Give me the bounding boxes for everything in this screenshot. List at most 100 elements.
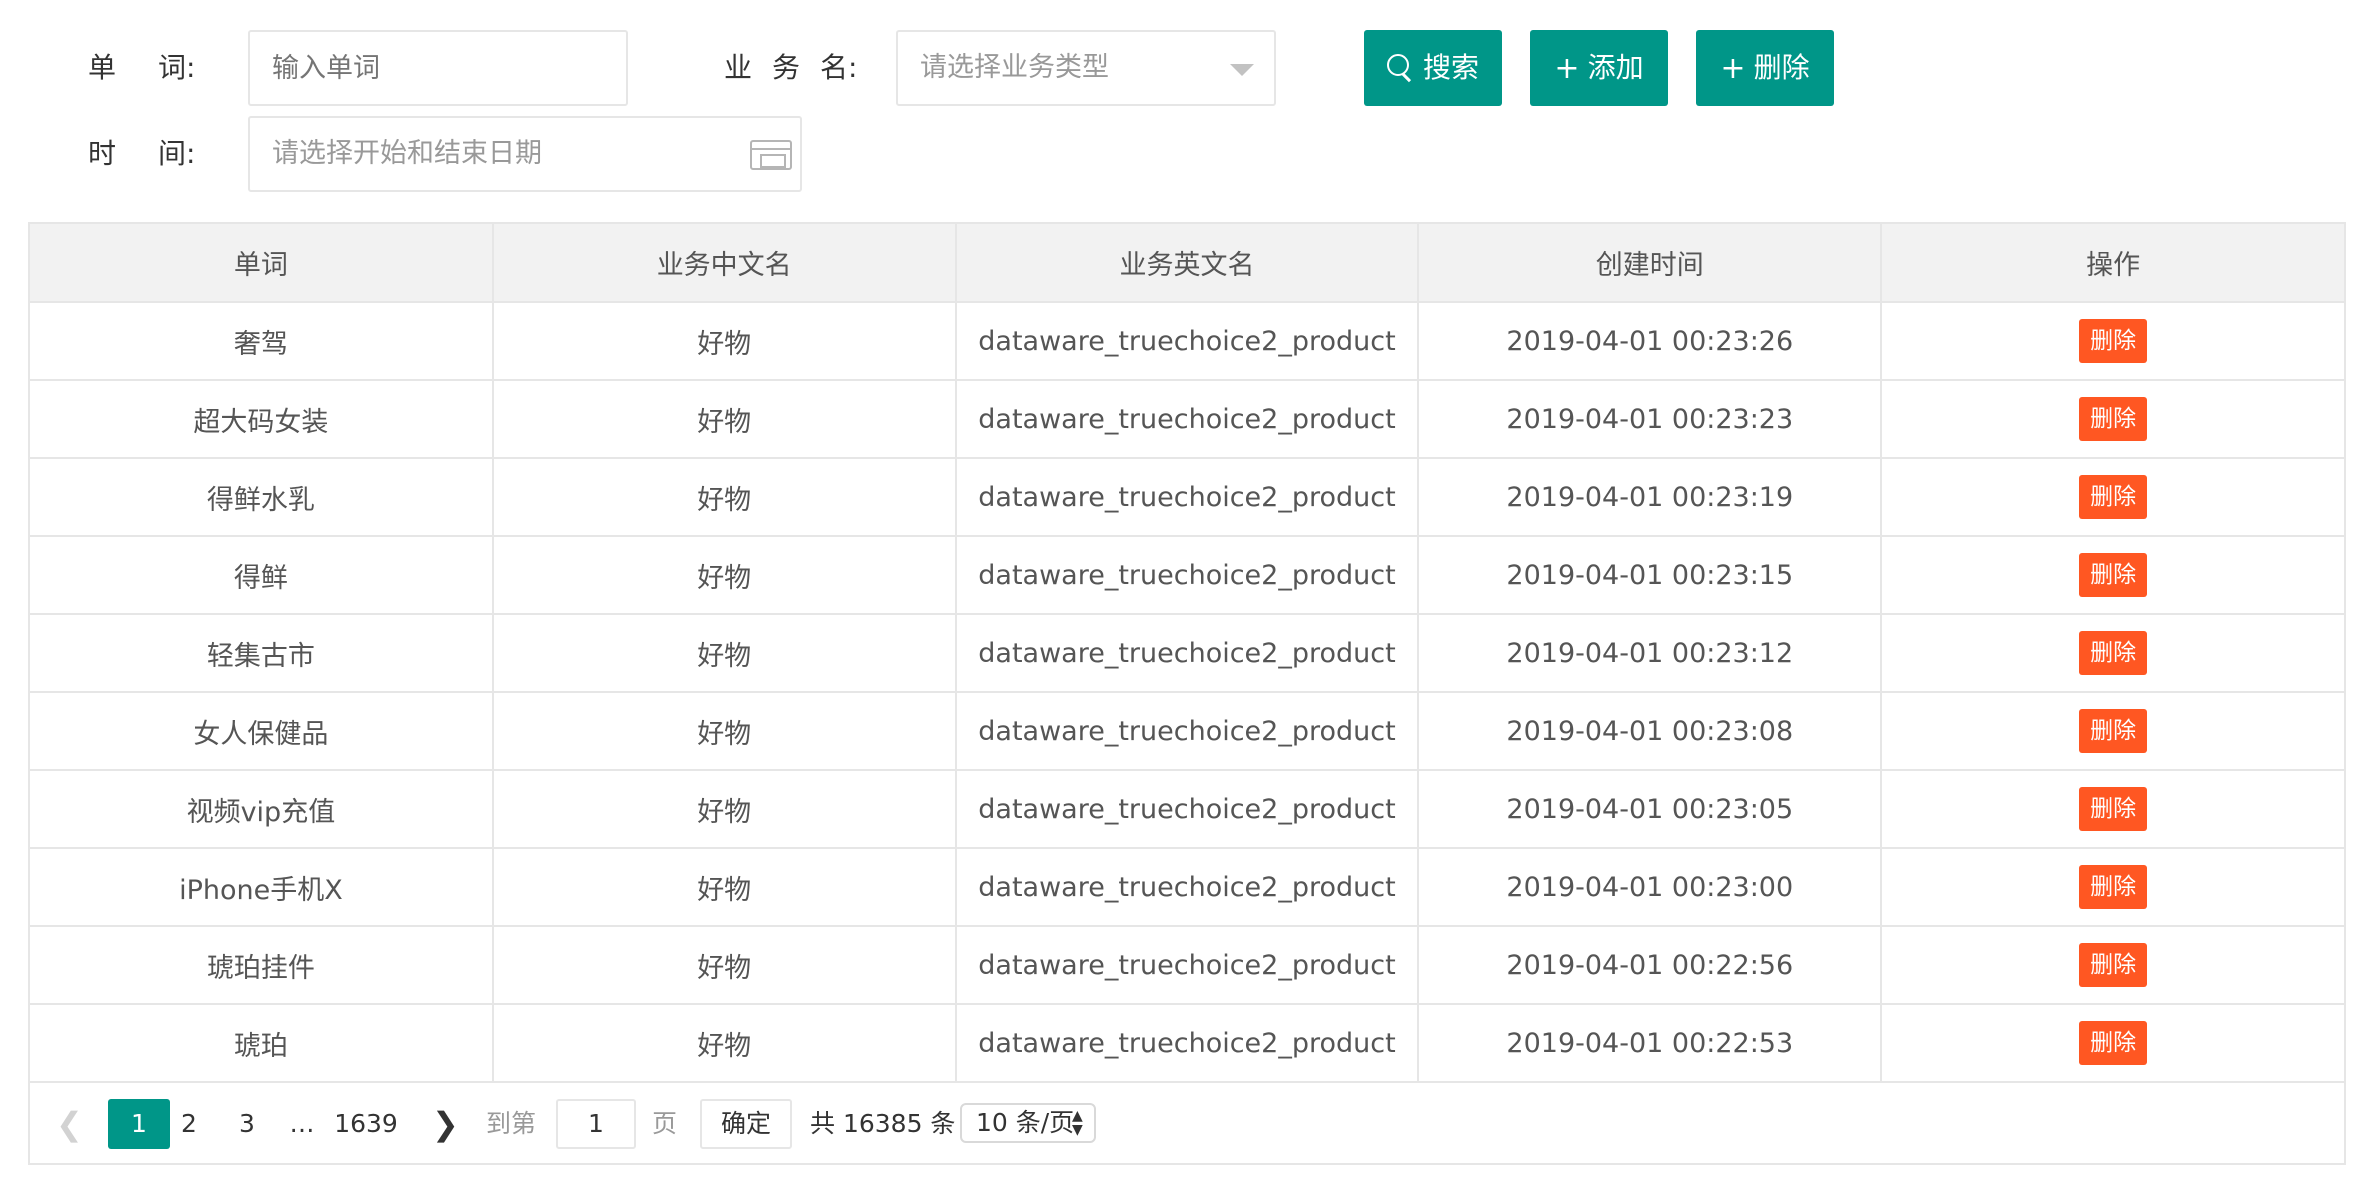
add-button[interactable]: + 添加 [1530, 30, 1668, 106]
cell-action: 删除 [1881, 926, 2344, 1005]
column-header: 单词 [30, 224, 494, 303]
cell-created-time: 2019-04-01 00:23:15 [1418, 536, 1883, 615]
table-row: iPhone手机X 好物 dataware_truechoice2_produc… [30, 848, 2344, 927]
delete-button[interactable]: + 删除 [1696, 30, 1834, 106]
row-delete-button[interactable]: 删除 [2079, 943, 2148, 987]
biz-type-select[interactable]: 请选择业务类型 [896, 30, 1276, 106]
cell-created-time: 2019-04-01 00:22:56 [1418, 926, 1883, 1005]
cell-word: iPhone手机X [30, 848, 494, 927]
cell-cn-name: 好物 [492, 692, 957, 771]
table-row: 琥珀 好物 dataware_truechoice2_product 2019-… [30, 1004, 2344, 1083]
column-header: 业务英文名 [955, 224, 1420, 303]
row-delete-button[interactable]: 删除 [2079, 631, 2148, 675]
goto-label: 到第 [486, 1109, 537, 1138]
cell-word: 奢驾 [30, 302, 494, 381]
search-button[interactable]: 搜索 [1364, 30, 1502, 106]
table-row: 超大码女装 好物 dataware_truechoice2_product 20… [30, 380, 2344, 459]
word-label: 单词: [88, 51, 196, 84]
column-header: 操作 [1881, 224, 2344, 303]
biz-type-placeholder: 请选择业务类型 [920, 52, 1109, 83]
table-row: 视频vip充值 好物 dataware_truechoice2_product … [30, 770, 2344, 849]
cell-created-time: 2019-04-01 00:23:12 [1418, 614, 1883, 693]
filter-row-2: 时间: 请选择开始和结束日期 [0, 116, 2374, 192]
cell-en-name: dataware_truechoice2_product [955, 536, 1420, 615]
chevron-down-icon [1230, 64, 1254, 76]
cell-action: 删除 [1881, 380, 2344, 459]
date-range-input[interactable]: 请选择开始和结束日期 [248, 116, 802, 192]
table-row: 得鲜水乳 好物 dataware_truechoice2_product 201… [30, 458, 2344, 537]
cell-action: 删除 [1881, 692, 2344, 771]
row-delete-button[interactable]: 删除 [2079, 397, 2148, 441]
cell-created-time: 2019-04-01 00:22:53 [1418, 1004, 1883, 1083]
chevron-right-icon[interactable]: ❯ [432, 1099, 462, 1149]
sort-arrows-icon: ▲ ▼ [1072, 1108, 1083, 1138]
row-delete-button[interactable]: 删除 [2079, 553, 2148, 597]
cell-action: 删除 [1881, 614, 2344, 693]
cell-created-time: 2019-04-01 00:23:19 [1418, 458, 1883, 537]
word-input[interactable] [248, 30, 628, 106]
calendar-icon[interactable] [750, 140, 792, 170]
cell-created-time: 2019-04-01 00:23:00 [1418, 848, 1883, 927]
page-3-button[interactable]: 3 [224, 1099, 270, 1149]
row-delete-button[interactable]: 删除 [2079, 787, 2148, 831]
data-table: 单词 业务中文名 业务英文名 创建时间 操作 奢驾 好物 dataware_tr… [28, 222, 2346, 1165]
table-row: 轻集古市 好物 dataware_truechoice2_product 201… [30, 614, 2344, 693]
goto-page-input[interactable] [556, 1099, 636, 1149]
cell-action: 删除 [1881, 458, 2344, 537]
cell-word: 轻集古市 [30, 614, 494, 693]
cell-cn-name: 好物 [492, 380, 957, 459]
row-delete-button[interactable]: 删除 [2079, 1021, 2148, 1065]
cell-cn-name: 好物 [492, 536, 957, 615]
cell-en-name: dataware_truechoice2_product [955, 380, 1420, 459]
row-delete-button[interactable]: 删除 [2079, 865, 2148, 909]
cell-en-name: dataware_truechoice2_product [955, 1004, 1420, 1083]
cell-created-time: 2019-04-01 00:23:23 [1418, 380, 1883, 459]
time-label: 时间: [88, 137, 196, 170]
table-row: 女人保健品 好物 dataware_truechoice2_product 20… [30, 692, 2344, 771]
cell-cn-name: 好物 [492, 302, 957, 381]
cell-word: 视频vip充值 [30, 770, 494, 849]
search-icon [1386, 54, 1413, 80]
plus-icon: + [1720, 51, 1746, 86]
cell-word: 琥珀挂件 [30, 926, 494, 1005]
cell-cn-name: 好物 [492, 770, 957, 849]
cell-cn-name: 好物 [492, 1004, 957, 1083]
total-count: 共 16385 条 [810, 1109, 956, 1138]
cell-cn-name: 好物 [492, 614, 957, 693]
cell-action: 删除 [1881, 770, 2344, 849]
page-ellipsis: … [289, 1109, 315, 1138]
cell-cn-name: 好物 [492, 458, 957, 537]
cell-word: 琥珀 [30, 1004, 494, 1083]
cell-action: 删除 [1881, 302, 2344, 381]
pagination: ❮ 1 2 3 … 1639 ❯ 到第 页 确定 共 16385 条 10 条/… [30, 1083, 2344, 1163]
page-1-button[interactable]: 1 [108, 1099, 170, 1149]
row-delete-button[interactable]: 删除 [2079, 319, 2148, 363]
cell-en-name: dataware_truechoice2_product [955, 848, 1420, 927]
cell-created-time: 2019-04-01 00:23:08 [1418, 692, 1883, 771]
cell-en-name: dataware_truechoice2_product [955, 926, 1420, 1005]
cell-action: 删除 [1881, 848, 2344, 927]
cell-cn-name: 好物 [492, 848, 957, 927]
page-last-button[interactable]: 1639 [326, 1099, 406, 1149]
cell-en-name: dataware_truechoice2_product [955, 692, 1420, 771]
table-header-row: 单词 业务中文名 业务英文名 创建时间 操作 [30, 224, 2344, 303]
plus-icon: + [1554, 51, 1580, 86]
biz-name-label: 业务名: [724, 51, 858, 84]
page-size-select[interactable]: 10 条/页 ▲ ▼ [960, 1103, 1096, 1143]
cell-created-time: 2019-04-01 00:23:05 [1418, 770, 1883, 849]
filter-row-1: 单词: 业务名: 请选择业务类型 搜索 +添加 +删除 [0, 30, 2374, 106]
table-row: 奢驾 好物 dataware_truechoice2_product 2019-… [30, 302, 2344, 381]
date-range-placeholder: 请选择开始和结束日期 [272, 138, 542, 169]
row-delete-button[interactable]: 删除 [2079, 475, 2148, 519]
page-2-button[interactable]: 2 [166, 1099, 212, 1149]
cell-word: 得鲜 [30, 536, 494, 615]
cell-word: 女人保健品 [30, 692, 494, 771]
row-delete-button[interactable]: 删除 [2079, 709, 2148, 753]
goto-confirm-button[interactable]: 确定 [700, 1099, 792, 1149]
cell-en-name: dataware_truechoice2_product [955, 770, 1420, 849]
page-unit-label: 页 [652, 1109, 678, 1138]
cell-en-name: dataware_truechoice2_product [955, 302, 1420, 381]
cell-en-name: dataware_truechoice2_product [955, 458, 1420, 537]
chevron-left-icon[interactable]: ❮ [56, 1099, 86, 1149]
column-header: 业务中文名 [492, 224, 957, 303]
